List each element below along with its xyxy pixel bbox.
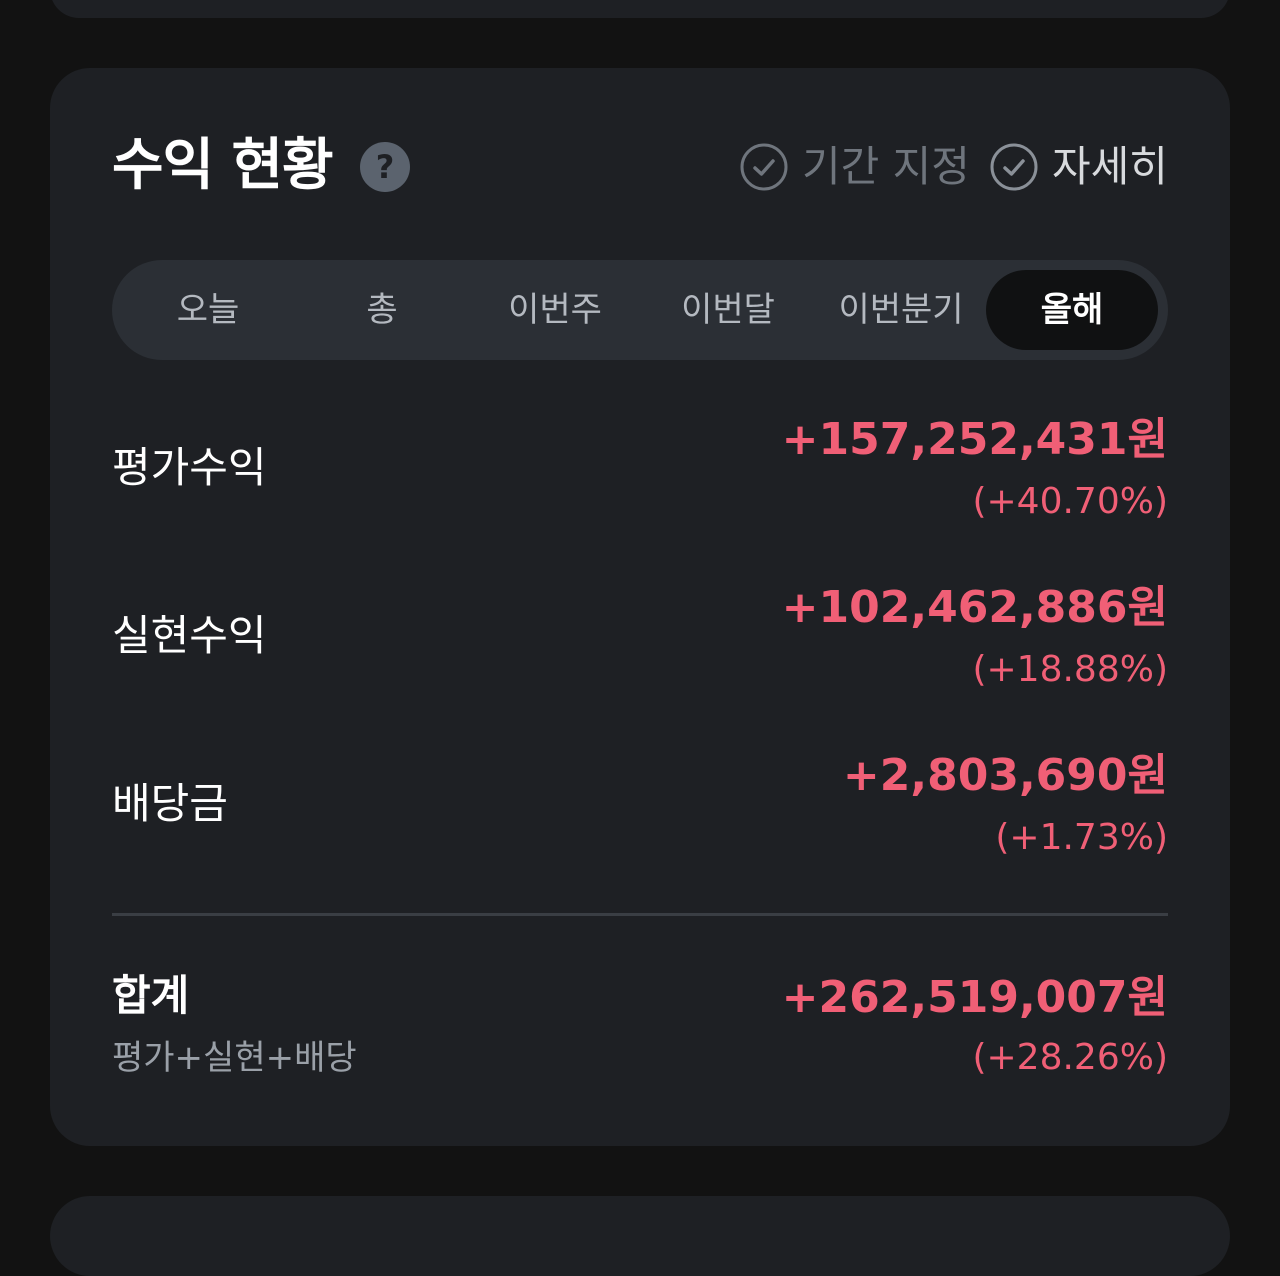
row-percent-valuation: (+40.70%): [972, 481, 1168, 522]
row-amount-dividend: +2,803,690원: [842, 750, 1168, 801]
tab-today[interactable]: 오늘: [122, 270, 294, 350]
tab-this-week[interactable]: 이번주: [469, 270, 641, 350]
period-select-option[interactable]: 기간 지정: [740, 140, 970, 194]
check-circle-icon: [740, 143, 788, 191]
previous-card: [50, 0, 1230, 18]
check-circle-icon: [990, 143, 1038, 191]
row-percent-dividend: (+1.73%): [995, 817, 1168, 858]
row-amount-realized: +102,462,886원: [781, 582, 1168, 633]
row-label-dividend: 배당금: [112, 779, 228, 828]
row-label-valuation: 평가수익: [112, 443, 267, 492]
help-icon[interactable]: ?: [360, 142, 410, 192]
period-select-label: 기간 지정: [802, 142, 970, 191]
row-percent-realized: (+18.88%): [972, 649, 1168, 690]
divider: [112, 913, 1168, 916]
tab-this-year[interactable]: 올해: [986, 270, 1158, 350]
total-amount: +262,519,007원: [781, 972, 1168, 1023]
tab-total[interactable]: 총: [296, 270, 468, 350]
total-label: 합계: [112, 971, 190, 1020]
row-label-realized: 실현수익: [112, 611, 267, 660]
row-amount-valuation: +157,252,431원: [781, 414, 1168, 465]
profit-status-card: 수익 현황 ? 기간 지정 자세히 오늘 총 이번주 이번달 이번분기 올해 평…: [50, 68, 1230, 1146]
detail-label: 자세히: [1052, 142, 1168, 191]
tab-this-month[interactable]: 이번달: [642, 270, 814, 350]
total-sublabel: 평가+실현+배당: [112, 1038, 357, 1078]
detail-option[interactable]: 자세히: [990, 140, 1168, 194]
next-card: [50, 1196, 1230, 1276]
page-title: 수익 현황: [112, 133, 334, 198]
period-tab-bar: 오늘 총 이번주 이번달 이번분기 올해: [112, 260, 1168, 360]
total-percent: (+28.26%): [972, 1037, 1168, 1078]
tab-this-quarter[interactable]: 이번분기: [815, 270, 987, 350]
